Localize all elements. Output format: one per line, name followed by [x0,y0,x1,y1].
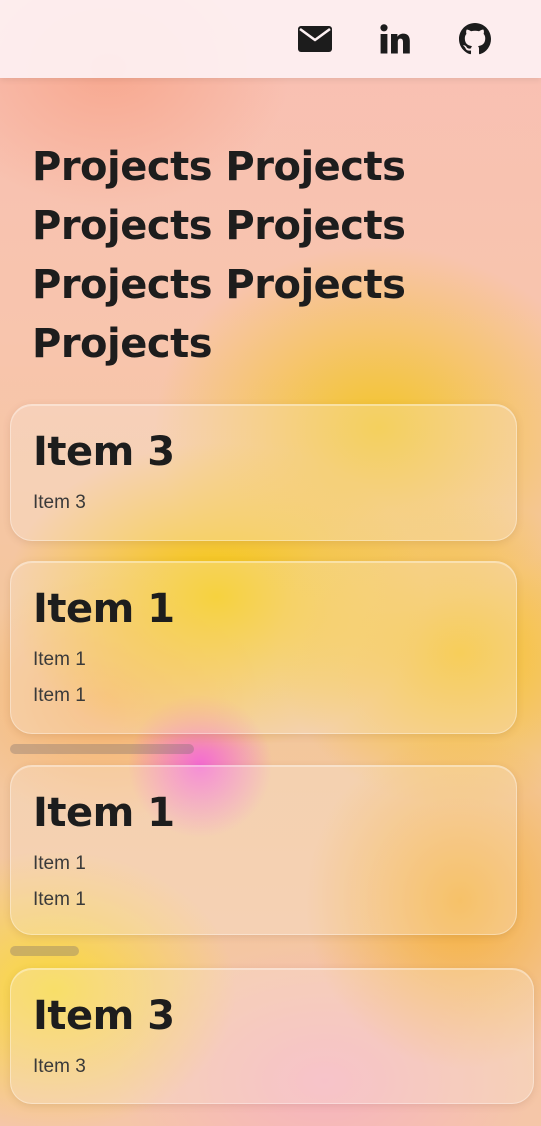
card-title: Item 3 [33,429,175,475]
project-card[interactable]: Item 1 Item 1 Item 1 [10,561,517,734]
card-title: Item 1 [33,586,175,632]
card-title: Item 3 [33,993,175,1039]
card-text: Item 3 [33,492,86,513]
linkedin-icon [380,24,410,54]
mail-link[interactable] [295,19,335,59]
mail-icon [298,26,332,52]
github-link[interactable] [455,19,495,59]
linkedin-link[interactable] [375,19,415,59]
scroll-bar[interactable] [10,744,194,754]
github-icon [459,23,491,55]
card-title: Item 1 [33,790,175,836]
project-card[interactable]: Item 3 Item 3 [10,968,534,1104]
top-nav-bar [0,0,541,78]
card-text: Item 3 [33,1056,86,1077]
page-title: Projects Projects Projects Projects Proj… [32,144,406,367]
card-text: Item 1 [33,853,86,874]
project-card[interactable]: Item 1 Item 1 Item 1 [10,765,517,935]
card-text: Item 1 [33,889,86,910]
card-text: Item 1 [33,685,86,706]
scroll-bar[interactable] [10,946,79,956]
card-text: Item 1 [33,649,86,670]
project-card[interactable]: Item 3 Item 3 [10,404,517,541]
